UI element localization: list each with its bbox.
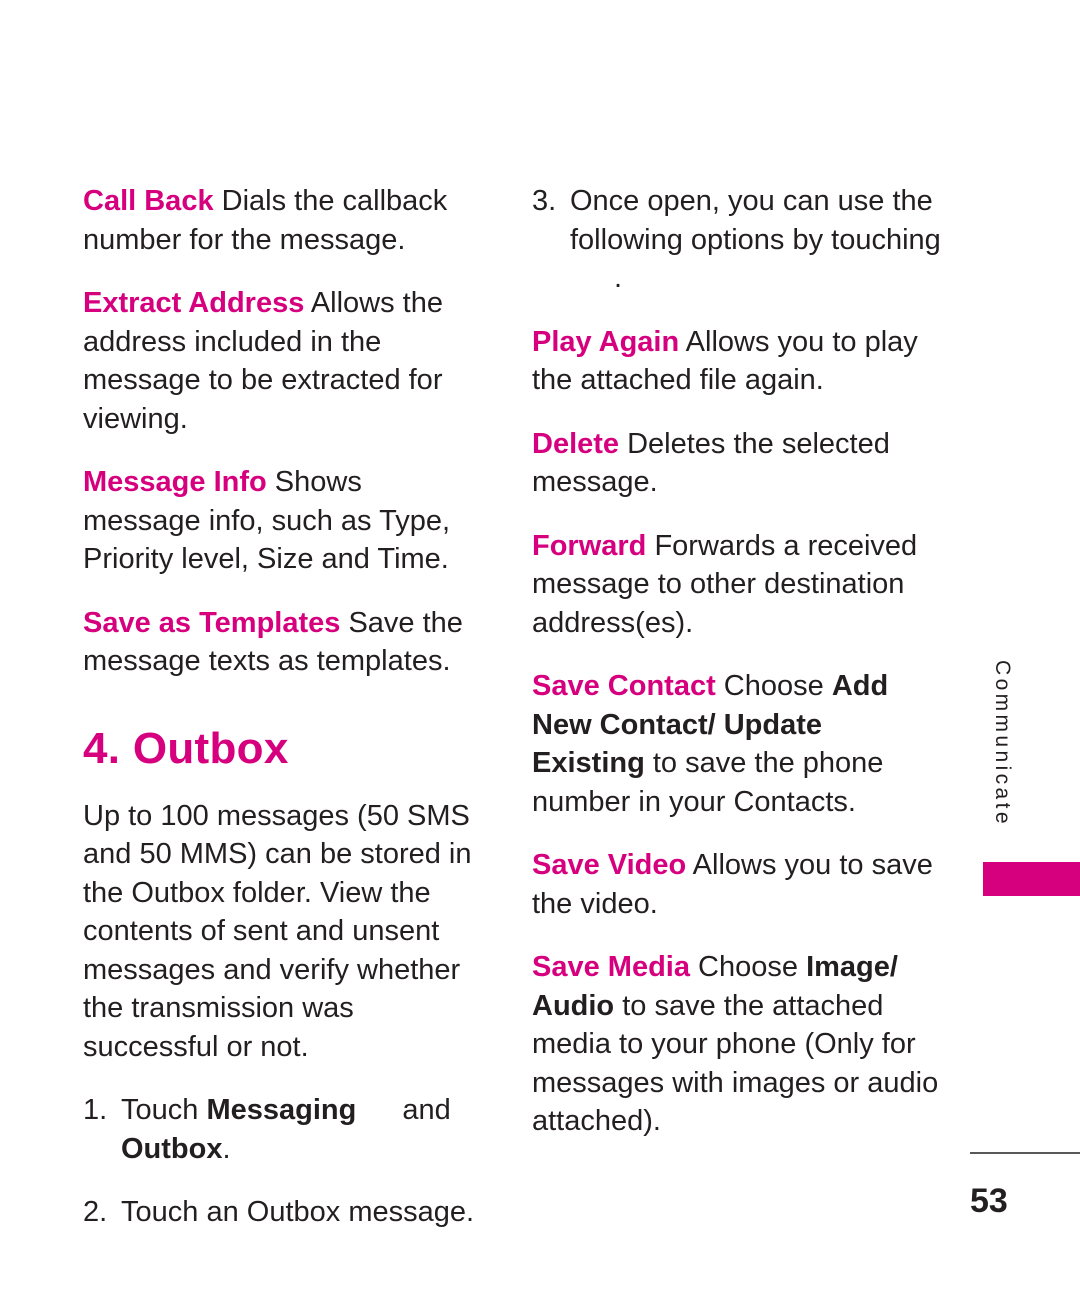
definition-play-again: Play Again Allows you to play the attach… bbox=[532, 323, 942, 400]
term-label: Forward bbox=[532, 529, 647, 562]
side-tab: Communicate bbox=[967, 660, 1037, 860]
definition-save-as-templates: Save as Templates Save the message texts… bbox=[83, 604, 483, 681]
term-label: Save as Templates bbox=[83, 606, 341, 639]
outbox-steps-list: 1. Touch Messaging and Outbox. 2. Touch an … bbox=[83, 1091, 483, 1232]
definition-save-video: Save Video Allows you to save the video. bbox=[532, 846, 942, 923]
term-label: Save Media bbox=[532, 951, 690, 983]
term-label: Extract Address bbox=[83, 287, 305, 319]
term-description: Choose bbox=[689, 951, 807, 983]
step-text-before: Touch bbox=[121, 1094, 207, 1126]
step-text-middle: and bbox=[402, 1094, 451, 1126]
section-heading-outbox: 4. Outbox bbox=[83, 723, 289, 773]
list-item: 1. Touch Messaging and Outbox. bbox=[83, 1091, 483, 1168]
options-steps-list: 3. Once open, you can use the following o… bbox=[532, 182, 942, 298]
step-text-after: . bbox=[222, 1132, 231, 1165]
definition-save-contact: Save Contact Choose Add New Contact/ Upd… bbox=[532, 667, 942, 821]
list-item: 3. Once open, you can use the following o… bbox=[532, 182, 942, 298]
term-description: Choose bbox=[715, 670, 832, 702]
left-column: Call Back Dials the callback number for … bbox=[83, 182, 483, 1232]
definition-message-info: Message Info Shows message info, such as… bbox=[83, 463, 483, 579]
term-label: Save Contact bbox=[532, 670, 716, 702]
term-label: Play Again bbox=[532, 325, 680, 358]
term-label: Call Back bbox=[83, 185, 214, 217]
step-number: 3. bbox=[532, 185, 557, 217]
side-tab-color-bar bbox=[983, 862, 1080, 896]
definition-forward: Forward Forwards a received message to o… bbox=[532, 527, 942, 643]
term-label: Save Video bbox=[532, 849, 687, 881]
definition-delete: Delete Deletes the selected message. bbox=[532, 425, 942, 502]
step-trailing-period: . bbox=[614, 262, 623, 294]
side-tab-label: Communicate bbox=[991, 660, 1014, 827]
list-item: 2. Touch an Outbox message. bbox=[83, 1193, 483, 1232]
step-number: 1. bbox=[83, 1094, 108, 1126]
step-bold-outbox: Outbox bbox=[121, 1132, 223, 1165]
right-column: 3. Once open, you can use the following o… bbox=[532, 182, 942, 1141]
step-bold-messaging: Messaging bbox=[206, 1094, 357, 1126]
definition-extract-address: Extract Address Allows the address inclu… bbox=[83, 284, 483, 438]
page-number: 53 bbox=[970, 1182, 1008, 1220]
step-text-before: Touch an Outbox message. bbox=[121, 1196, 475, 1228]
term-label: Message Info bbox=[83, 466, 267, 498]
outbox-intro-paragraph: Up to 100 messages (50 SMS and 50 MMS) c… bbox=[83, 799, 472, 1063]
definition-save-media: Save Media Choose Image/ Audio to save t… bbox=[532, 948, 942, 1141]
footer-divider bbox=[970, 1152, 1080, 1154]
step-text: Once open, you can use the following opt… bbox=[570, 185, 941, 256]
step-number: 2. bbox=[83, 1196, 108, 1228]
definition-call-back: Call Back Dials the callback number for … bbox=[83, 182, 483, 259]
term-label: Delete bbox=[532, 427, 620, 460]
